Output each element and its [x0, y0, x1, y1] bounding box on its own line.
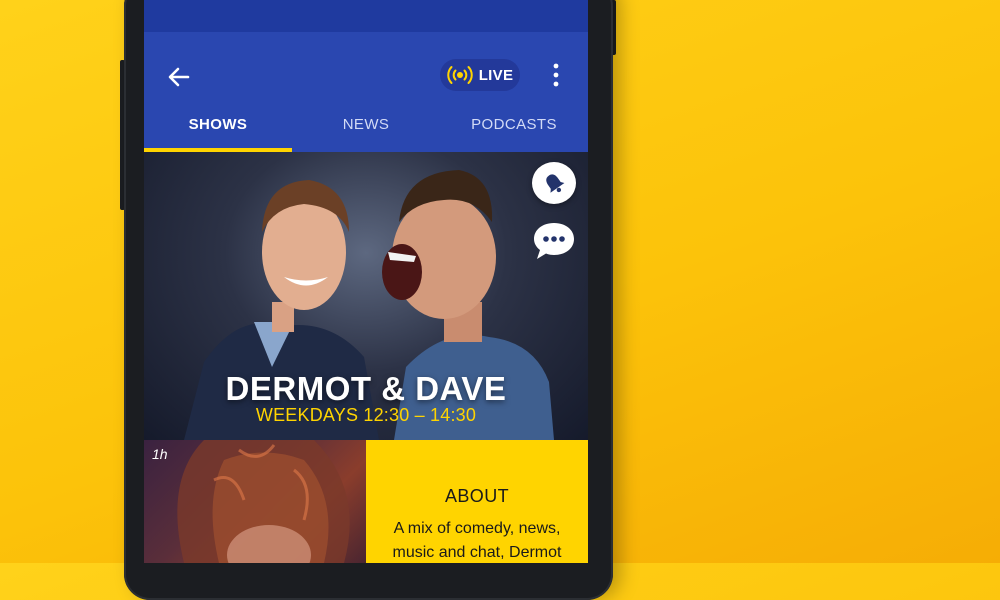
- about-card: ABOUT A mix of comedy, news, music and c…: [366, 440, 588, 563]
- tab-bar: SHOWS NEWS PODCASTS: [144, 110, 588, 152]
- tab-podcasts-label: PODCASTS: [471, 116, 557, 133]
- status-bar: [144, 0, 588, 32]
- show-title: DERMOT & DAVE: [225, 370, 507, 407]
- next-show-thumbnail[interactable]: 1h: [144, 440, 366, 563]
- live-label: LIVE: [478, 66, 514, 84]
- live-button[interactable]: LIVE: [440, 59, 520, 91]
- show-hero-banner[interactable]: DERMOT & DAVE WEEKDAYS 12:30 – 14:30: [144, 152, 588, 440]
- chat-bubble-icon: [534, 223, 574, 259]
- bell-icon: [546, 174, 565, 193]
- tab-shows-label: SHOWS: [188, 116, 248, 133]
- more-vertical-icon: [553, 63, 559, 87]
- comment-button[interactable]: [532, 220, 576, 262]
- broadcast-icon: [447, 66, 473, 84]
- about-heading: ABOUT: [444, 486, 509, 506]
- app-screen: LIVE SHOWS NEWS PODCASTS DERMOT & DAVE W…: [144, 0, 588, 563]
- show-duration: 1h: [152, 446, 168, 462]
- tab-news-label: NEWS: [342, 116, 390, 133]
- arrow-left-icon: [168, 67, 190, 87]
- more-options-button[interactable]: [546, 60, 566, 90]
- back-button[interactable]: [164, 62, 194, 92]
- show-schedule: WEEKDAYS 12:30 – 14:30: [255, 405, 477, 425]
- about-description: A mix of comedy, news, music and chat, D…: [392, 520, 562, 561]
- tab-news[interactable]: NEWS: [292, 110, 440, 152]
- notify-button[interactable]: [532, 162, 576, 204]
- tab-podcasts[interactable]: PODCASTS: [440, 110, 588, 152]
- tab-shows[interactable]: SHOWS: [144, 110, 292, 152]
- app-toolbar: LIVE SHOWS NEWS PODCASTS: [144, 32, 588, 152]
- show-artwork-image: [177, 440, 350, 563]
